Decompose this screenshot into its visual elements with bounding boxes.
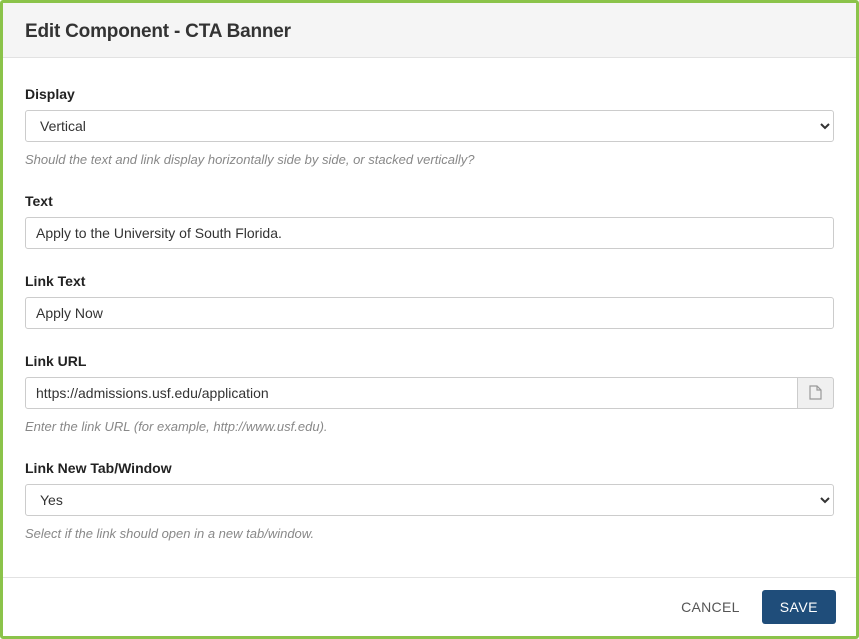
link-text-input[interactable]: [25, 297, 834, 329]
link-url-field-group: Link URL Enter the link URL (for example…: [25, 353, 834, 436]
save-button[interactable]: SAVE: [762, 590, 836, 624]
text-input[interactable]: [25, 217, 834, 249]
display-help-text: Should the text and link display horizon…: [25, 152, 834, 169]
link-new-tab-help-text: Select if the link should open in a new …: [25, 526, 834, 543]
display-field-group: Display Vertical Should the text and lin…: [25, 86, 834, 169]
link-new-tab-label: Link New Tab/Window: [25, 460, 834, 476]
link-new-tab-select[interactable]: Yes: [25, 484, 834, 516]
modal-body: Display Vertical Should the text and lin…: [3, 58, 856, 577]
display-select[interactable]: Vertical: [25, 110, 834, 142]
link-text-label: Link Text: [25, 273, 834, 289]
edit-component-modal: Edit Component - CTA Banner Display Vert…: [0, 0, 859, 639]
cancel-button[interactable]: CANCEL: [677, 591, 744, 623]
modal-footer: CANCEL SAVE: [3, 577, 856, 636]
link-url-input[interactable]: [25, 377, 798, 409]
link-url-help-text: Enter the link URL (for example, http://…: [25, 419, 834, 436]
link-url-browse-button[interactable]: [798, 377, 834, 409]
text-label: Text: [25, 193, 834, 209]
link-text-field-group: Link Text: [25, 273, 834, 329]
link-new-tab-field-group: Link New Tab/Window Yes Select if the li…: [25, 460, 834, 543]
link-url-label: Link URL: [25, 353, 834, 369]
link-url-input-wrap: [25, 377, 834, 409]
modal-header: Edit Component - CTA Banner: [3, 3, 856, 58]
modal-title: Edit Component - CTA Banner: [25, 21, 834, 43]
document-icon: [809, 385, 822, 400]
text-field-group: Text: [25, 193, 834, 249]
display-label: Display: [25, 86, 834, 102]
